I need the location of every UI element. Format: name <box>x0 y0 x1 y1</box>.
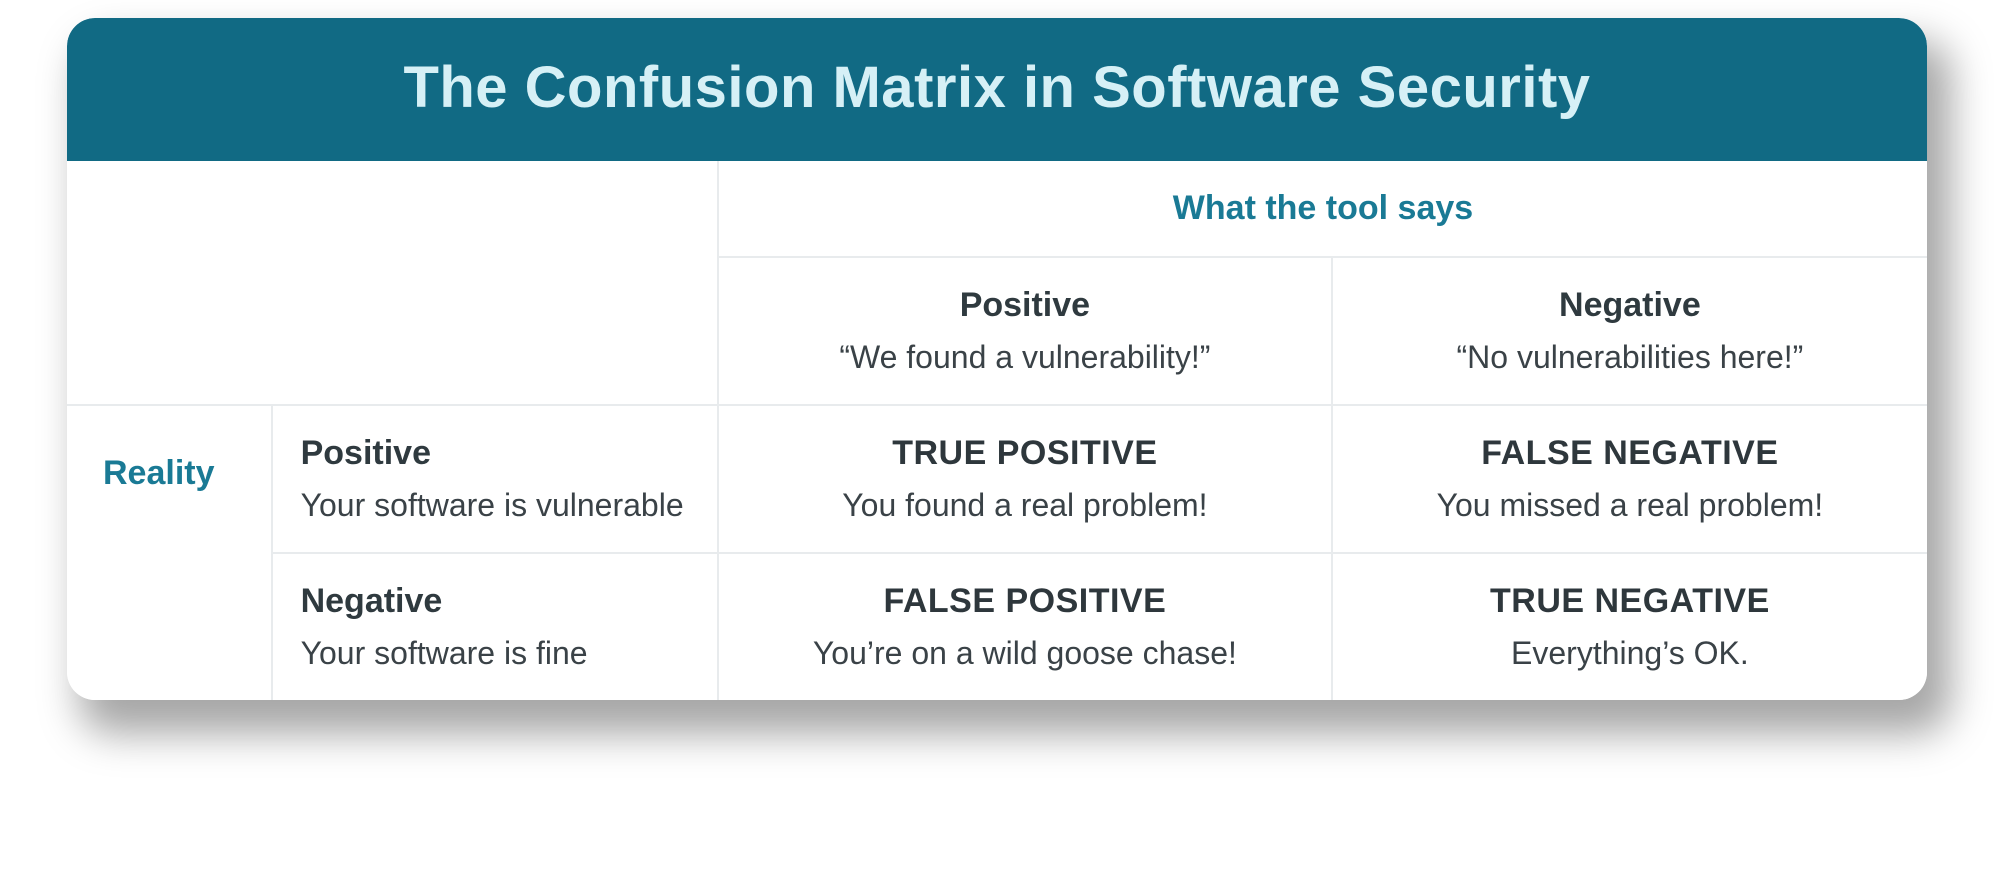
rows-axis-title: Reality <box>67 405 272 700</box>
cell-sub: You found a real problem! <box>747 487 1303 524</box>
row-header-sub: Your software is fine <box>301 635 689 672</box>
column-header-sub: “No vulnerabilities here!” <box>1361 339 1899 376</box>
cell-sub: You’re on a wild goose chase! <box>747 635 1303 672</box>
cell-true-negative: TRUE NEGATIVE Everything’s OK. <box>1332 553 1927 700</box>
cell-sub: Everything’s OK. <box>1361 635 1899 672</box>
column-header-sub: “We found a vulnerability!” <box>747 339 1303 376</box>
cell-title: TRUE NEGATIVE <box>1361 582 1899 621</box>
cell-title: TRUE POSITIVE <box>747 434 1303 473</box>
row-header-label: Positive <box>301 434 689 473</box>
canvas: The Confusion Matrix in Software Securit… <box>0 0 1994 879</box>
cell-sub: You missed a real problem! <box>1361 487 1899 524</box>
column-header-label: Positive <box>747 286 1303 325</box>
cell-false-negative: FALSE NEGATIVE You missed a real problem… <box>1332 405 1927 553</box>
cell-false-positive: FALSE POSITIVE You’re on a wild goose ch… <box>718 553 1332 700</box>
confusion-matrix-table: What the tool says Positive “We found a … <box>67 161 1927 700</box>
card-title: The Confusion Matrix in Software Securit… <box>67 18 1927 161</box>
cell-title: FALSE NEGATIVE <box>1361 434 1899 473</box>
column-header-positive: Positive “We found a vulnerability!” <box>718 257 1332 405</box>
corner-empty <box>67 161 718 405</box>
row-header-label: Negative <box>301 582 689 621</box>
cell-true-positive: TRUE POSITIVE You found a real problem! <box>718 405 1332 553</box>
row-header-negative: Negative Your software is fine <box>272 553 718 700</box>
column-header-label: Negative <box>1361 286 1899 325</box>
columns-axis-title: What the tool says <box>718 161 1927 257</box>
row-header-sub: Your software is vulnerable <box>301 487 689 524</box>
column-header-negative: Negative “No vulnerabilities here!” <box>1332 257 1927 405</box>
cell-title: FALSE POSITIVE <box>747 582 1303 621</box>
row-header-positive: Positive Your software is vulnerable <box>272 405 718 553</box>
confusion-matrix-card: The Confusion Matrix in Software Securit… <box>67 18 1927 700</box>
